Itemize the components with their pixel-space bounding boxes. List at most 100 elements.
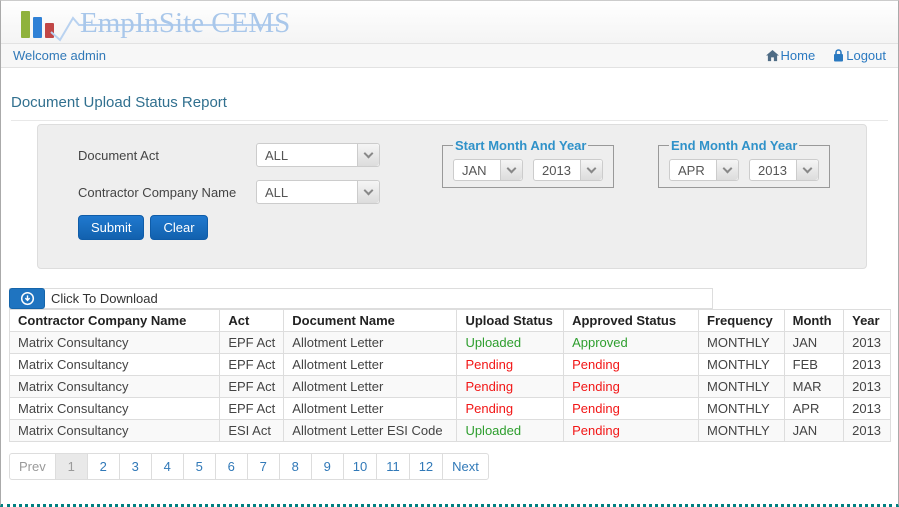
cell-month: MAR — [783, 375, 845, 398]
table-row: Matrix Consultancy EPF Act Allotment Let… — [8, 397, 891, 420]
cell-approved-status: Pending — [563, 375, 700, 398]
pagination-page-12[interactable]: 12 — [408, 454, 442, 479]
cell-month: JAN — [783, 331, 845, 354]
app-logo: EmpInSite CEMS — [21, 4, 290, 42]
table-row: Matrix Consultancy EPF Act Allotment Let… — [8, 375, 891, 398]
start-month-year-group: Start Month And Year JAN 2013 — [442, 138, 614, 188]
cell-year: 2013 — [843, 419, 891, 442]
welcome-message: Welcome admin — [13, 48, 106, 63]
end-year-select[interactable]: 2013 — [749, 159, 819, 181]
pagination-page-4[interactable]: 4 — [150, 454, 183, 479]
cell-document: Allotment Letter — [283, 331, 458, 354]
logout-link[interactable]: Logout — [833, 48, 886, 63]
cell-document: Allotment Letter — [283, 375, 458, 398]
chevron-down-icon[interactable] — [357, 181, 379, 203]
pagination-page-9[interactable]: 9 — [310, 454, 343, 479]
cell-act: EPF Act — [219, 331, 285, 354]
cell-company: Matrix Consultancy — [8, 353, 221, 376]
contractor-company-value: ALL — [265, 184, 289, 200]
pagination-next[interactable]: Next — [442, 454, 488, 479]
pagination-page-8[interactable]: 8 — [278, 454, 311, 479]
lock-icon — [834, 49, 844, 62]
cell-frequency: MONTHLY — [698, 331, 785, 354]
end-month-value: APR — [678, 162, 705, 178]
pagination-page-2[interactable]: 2 — [86, 454, 119, 479]
pagination-page-10[interactable]: 10 — [342, 454, 376, 479]
chevron-down-icon[interactable] — [716, 160, 738, 180]
filter-panel: Document Act ALL Contractor Company Name… — [37, 124, 867, 269]
cell-month: APR — [783, 397, 845, 420]
download-label: Click To Download — [51, 291, 158, 306]
pagination-prev[interactable]: Prev — [10, 454, 55, 479]
col-act: Act — [219, 309, 285, 332]
end-month-year-label: End Month And Year — [671, 138, 798, 153]
col-upload-status: Upload Status — [456, 309, 565, 332]
cell-upload-status: Uploaded — [456, 331, 565, 354]
cell-year: 2013 — [843, 331, 891, 354]
cell-frequency: MONTHLY — [698, 375, 785, 398]
col-approved-status: Approved Status — [563, 309, 700, 332]
cell-act: EPF Act — [219, 397, 285, 420]
logout-link-label: Logout — [846, 48, 886, 63]
pagination-page-1[interactable]: 1 — [54, 454, 87, 479]
table-row: Matrix Consultancy ESI Act Allotment Let… — [8, 419, 891, 442]
cell-company: Matrix Consultancy — [8, 331, 221, 354]
pagination-page-3[interactable]: 3 — [118, 454, 151, 479]
cell-upload-status: Uploaded — [456, 419, 565, 442]
clear-button[interactable]: Clear — [150, 215, 208, 240]
start-month-value: JAN — [462, 162, 487, 178]
app-window: EmpInSite CEMS Welcome admin Home Logout… — [0, 0, 899, 507]
cell-approved-status: Pending — [563, 397, 700, 420]
chevron-down-icon[interactable] — [580, 160, 602, 180]
pagination-page-7[interactable]: 7 — [246, 454, 279, 479]
cell-document: Allotment Letter ESI Code — [283, 419, 458, 442]
document-act-value: ALL — [265, 147, 289, 163]
col-month: Month — [783, 309, 845, 332]
document-act-select[interactable]: ALL — [256, 143, 380, 167]
col-document-name: Document Name — [283, 309, 458, 332]
chevron-down-icon[interactable] — [500, 160, 522, 180]
col-contractor-company: Contractor Company Name — [8, 309, 221, 332]
download-toolbar: Click To Download — [9, 287, 713, 309]
cell-approved-status: Pending — [563, 419, 700, 442]
cell-act: EPF Act — [219, 353, 285, 376]
cell-month: FEB — [783, 353, 845, 376]
cell-upload-status: Pending — [456, 375, 565, 398]
submit-button[interactable]: Submit — [78, 215, 145, 240]
contractor-company-label: Contractor Company Name — [78, 185, 237, 200]
cell-company: Matrix Consultancy — [8, 419, 221, 442]
cell-act: ESI Act — [219, 419, 285, 442]
cell-act: EPF Act — [219, 375, 285, 398]
end-month-select[interactable]: APR — [669, 159, 739, 181]
col-frequency: Frequency — [698, 309, 785, 332]
bar-chart-logo-icon — [21, 11, 54, 42]
pagination: Prev 1 2 3 4 5 6 7 8 9 10 11 12 Next — [9, 453, 489, 480]
cell-approved-status: Pending — [563, 353, 700, 376]
start-year-select[interactable]: 2013 — [533, 159, 603, 181]
pagination-page-6[interactable]: 6 — [214, 454, 247, 479]
cell-frequency: MONTHLY — [698, 353, 785, 376]
cell-upload-status: Pending — [456, 397, 565, 420]
cell-frequency: MONTHLY — [698, 419, 785, 442]
cell-month: JAN — [783, 419, 845, 442]
app-title: EmpInSite CEMS — [80, 7, 291, 39]
home-link-label: Home — [780, 48, 816, 63]
end-month-year-group: End Month And Year APR 2013 — [658, 138, 830, 188]
cell-year: 2013 — [843, 353, 891, 376]
chevron-down-icon[interactable] — [796, 160, 818, 180]
start-month-select[interactable]: JAN — [453, 159, 523, 181]
cell-upload-status: Pending — [456, 353, 565, 376]
cell-frequency: MONTHLY — [698, 397, 785, 420]
download-icon — [20, 291, 34, 305]
start-month-year-label: Start Month And Year — [455, 138, 587, 153]
cell-year: 2013 — [843, 397, 891, 420]
table-row: Matrix Consultancy EPF Act Allotment Let… — [8, 353, 891, 376]
pagination-page-11[interactable]: 11 — [376, 454, 409, 479]
home-link[interactable]: Home — [765, 48, 816, 63]
end-year-value: 2013 — [758, 162, 787, 178]
download-button[interactable] — [9, 287, 45, 309]
chevron-down-icon[interactable] — [357, 144, 379, 166]
contractor-company-select[interactable]: ALL — [256, 180, 380, 204]
pagination-page-5[interactable]: 5 — [182, 454, 215, 479]
home-icon — [765, 49, 779, 61]
